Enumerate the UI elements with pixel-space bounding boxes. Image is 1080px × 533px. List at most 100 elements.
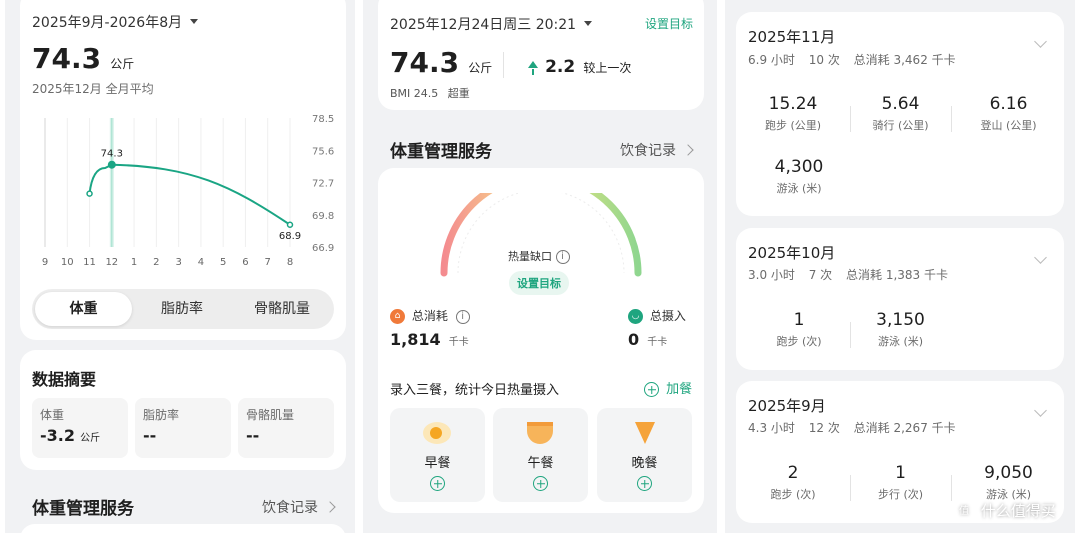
weight-record-card: 2025年12月24日周三 20:21 设置目标 74.3 公斤 2.2 较上一… [378,0,704,110]
summary-label: 骨骼肌量 [246,408,295,422]
record-date-selector[interactable]: 2025年12月24日周三 20:21 [390,14,593,34]
x-tick-label: 4 [198,257,204,268]
weight-delta: 2.2 较上一次 [528,57,631,77]
burn-unit: 千卡 [448,337,469,348]
chevron-right-icon [324,501,336,513]
month-summary: 4.3 小时 12 次 总消耗 2,267 千卡 [748,419,956,436]
gauge-label: 热量缺口 [508,250,552,263]
chevron-down-icon[interactable] [1034,251,1047,264]
diet-record-label: 饮食记录 [262,500,318,516]
stat-value: 15.24 [768,94,818,114]
dropdown-caret-icon [584,20,593,26]
x-tick-label: 7 [265,257,271,268]
month-title: 2025年9月 [748,397,826,415]
stat-value: 9,050 [984,463,1033,483]
info-icon[interactable]: i [555,250,570,264]
x-tick-label: 3 [175,257,181,268]
weight-trend-panel: 2025年9月-2026年8月 74.3 公斤 2025年12月 全月平均 9 1… [5,0,355,533]
record-date: 2025年12月24日周三 20:21 [390,17,577,33]
stat-item: 6.16 登山 (公里) [951,94,1066,133]
month-card-2025-10[interactable]: 2025年10月 3.0 小时 7 次 总消耗 1,383 千卡 1 跑步 (次)… [736,228,1064,370]
month-count: 7 次 [808,268,833,282]
date-range-selector[interactable]: 2025年9月-2026年8月 [32,12,199,32]
stat-label: 跑步 (次) [776,335,822,348]
gauge-set-goal-button[interactable]: 设置目标 [509,271,569,295]
weight-unit: 公斤 [110,57,135,71]
stat-value: 1 [895,463,906,483]
summary-value-wrap: -3.2 公斤 [40,426,100,445]
stat-item: 1 步行 (次) [850,463,951,502]
watermark: 值 什么值得买 [955,500,1056,521]
stat-label: 跑步 (公里) [764,119,822,132]
set-goal-link[interactable]: 设置目标 [645,15,693,32]
month-hours: 4.3 小时 [748,421,795,435]
data-point [286,221,294,229]
summary-value: -- [246,426,260,445]
y-tick-label: 66.9 [312,243,334,254]
delta-value: 2.2 [545,57,576,77]
meal-lunch[interactable]: 午餐 [493,408,588,502]
month-count: 10 次 [808,53,840,67]
chevron-down-icon[interactable] [1034,35,1047,48]
meals-prompt: 录入三餐，统计今日热量摄入 [390,383,560,398]
meal-breakfast[interactable]: 早餐 [390,408,485,502]
month-title: 2025年11月 [748,28,836,46]
stat-value: 2 [787,463,799,483]
summary-body-fat: 脂肪率 -- [135,398,231,458]
x-tick-label: 6 [242,257,248,268]
stat-label: 步行 (次) [877,488,924,501]
x-tick-label: 2 [153,257,159,268]
month-summary: 6.9 小时 10 次 总消耗 3,462 千卡 [748,51,956,68]
data-label: 74.3 [101,149,123,160]
burn-value: 1,814 [390,330,441,349]
tab-weight[interactable]: 体重 [35,292,132,326]
stat-item: 15.24 跑步 (公里) [736,94,850,133]
intake-label-wrap: ◡ 总摄入 [628,307,686,324]
service-card-peek [20,524,346,533]
y-tick-label: 69.8 [312,211,334,222]
data-point [86,190,93,197]
tab-skeletal-muscle[interactable]: 骨骼肌量 [232,292,332,326]
burn-label-wrap: ⌂ 总消耗 i [390,307,470,324]
bmi-line: BMI 24.5 超重 [390,85,470,101]
stat-item: 3,150 游泳 (米) [850,310,951,349]
noodle-bowl-icon [527,422,553,444]
weight-average: 74.3 公斤 [32,42,134,75]
bmi-status: 超重 [447,87,470,100]
tab-body-fat[interactable]: 脂肪率 [132,292,232,326]
burn-label: 总消耗 [411,309,448,323]
delta-label: 较上一次 [583,61,632,75]
stat-value: 5.64 [881,94,920,114]
add-snack-button[interactable]: 加餐 [644,378,692,397]
weight-line-chart: 9 10 11 12 1 2 3 4 5 6 7 878.575.672.769.866.974.36… [42,115,334,268]
stat-label: 跑步 (次) [770,488,816,501]
pizza-slice-icon [635,422,655,444]
data-label: 68.9 [279,231,301,242]
month-card-2025-11[interactable]: 2025年11月 6.9 小时 10 次 总消耗 3,462 千卡 15.24 跑… [736,12,1064,216]
chevron-down-icon[interactable] [1034,404,1047,417]
intake-value-wrap: 0 千卡 [628,330,667,349]
x-tick-label: 12 [105,257,118,268]
record-weight: 74.3 公斤 [390,46,492,79]
meal-dinner[interactable]: 晚餐 [597,408,692,502]
diet-record-link[interactable]: 饮食记录 [262,497,336,517]
x-tick-label: 8 [287,257,293,268]
fire-icon: ⌂ [390,309,405,324]
average-caption: 2025年12月 全月平均 [32,82,154,96]
service-title: 体重管理服务 [32,499,134,519]
summary-label: 脂肪率 [143,408,180,422]
diet-record-link[interactable]: 饮食记录 [620,140,694,160]
intake-value: 0 [628,330,640,349]
stat-item: 5.64 骑行 (公里) [850,94,951,133]
stat-value: 3,150 [876,310,925,330]
month-count: 12 次 [808,421,840,435]
stat-label: 游泳 (米) [776,182,822,195]
y-tick-label: 72.7 [312,179,334,190]
x-tick-label: 9 [42,257,48,268]
add-snack-label: 加餐 [666,382,693,397]
gauge-label-wrap: 热量缺口 i [508,248,570,264]
date-range-label: 2025年9月-2026年8月 [32,15,183,31]
info-icon[interactable]: i [455,309,470,324]
watermark-text: 什么值得买 [980,502,1056,520]
bmi-value: BMI 24.5 [390,87,439,100]
